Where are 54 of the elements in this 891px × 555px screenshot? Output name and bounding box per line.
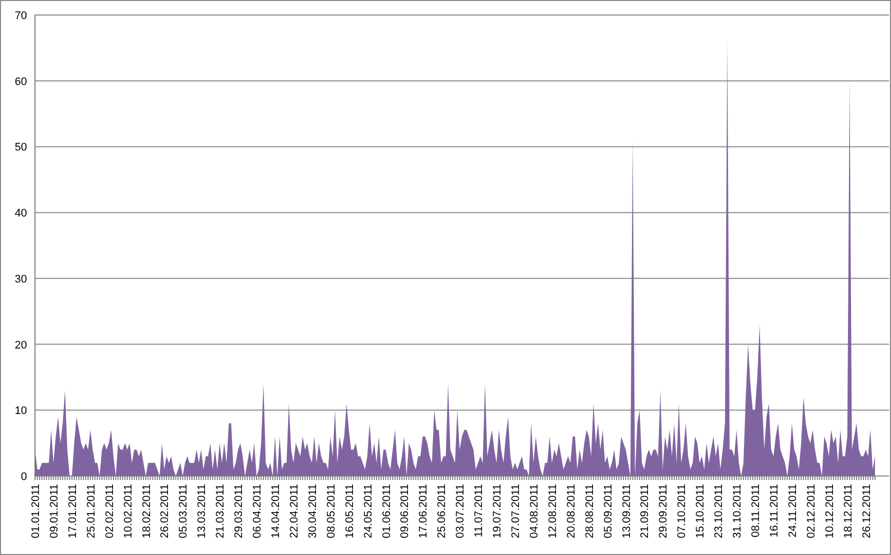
axis-tick-label: 16.11.2011 [768,484,780,538]
axis-tick-label: 01.01.2011 [30,484,42,538]
axis-tick-label: 29.09.2011 [658,484,670,538]
axis-tick-label: 13.03.2011 [196,484,208,538]
axis-tick-label: 08.11.2011 [750,484,762,538]
axis-tick-label: 17.06.2011 [418,484,430,538]
axis-tick-label: 14.04.2011 [270,484,282,538]
axis-tick-label: 20.08.2011 [565,484,578,538]
axis-tick-label: 40 [14,208,27,220]
axis-tick-label: 30.04.2011 [306,484,319,538]
axis-tick-label: 09.01.2011 [48,484,60,538]
axis-tick-label: 17.01.2011 [66,484,79,538]
axis-tick-label: 21.09.2011 [639,484,652,538]
axis-tick-label: 08.05.2011 [325,484,338,538]
axis-tick-label: 18.02.2011 [140,484,153,538]
axis-tick-label: 27.07.2011 [510,484,522,538]
axis-tick-label: 28.08.2011 [584,484,596,538]
axis-tick-label: 24.11.2011 [786,484,799,538]
axis-tick-label: 02.02.2011 [104,484,116,538]
axis-tick-label: 12.08.2011 [546,484,559,538]
axis-tick-label: 50 [14,142,27,154]
axis-tick-label: 02.12.2011 [805,484,818,538]
axis-tick-label: 13.09.2011 [620,484,633,538]
axis-tick-label: 23.10.2011 [713,484,726,538]
axis-tick-label: 15.10.2011 [694,484,707,538]
axis-tick-label: 10 [14,405,27,418]
axis-tick-label: 25.06.2011 [436,484,448,538]
axis-tick-label: 09.06.2011 [399,484,412,538]
axis-tick-label: 18.12.2011 [842,484,854,538]
axis-tick-label: 01.06.2011 [380,484,393,538]
axis-tick-label: 60 [14,76,27,88]
axis-tick-label: 22.04.2011 [288,484,300,538]
axis-tick-label: 24.05.2011 [362,484,374,538]
axis-tick-label: 29.03.2011 [233,484,246,538]
axis-tick-label: 25.01.2011 [85,484,98,538]
axis-tick-label: 21.03.2011 [214,484,227,538]
axis-tick-label: 05.09.2011 [602,484,614,538]
axis-tick-label: 16.05.2011 [344,484,356,538]
axis-tick-label: 70 [14,10,27,22]
axis-tick-label: 20 [14,339,27,352]
axis-tick-label: 31.10.2011 [732,484,744,538]
axis-tick-label: 0 [20,471,27,483]
axis-tick-label: 06.04.2011 [252,484,264,538]
axis-tick-label: 05.03.2011 [178,484,190,538]
axis-tick-label: 26.02.2011 [159,484,172,538]
axis-tick-label: 10.12.2011 [824,484,836,538]
axis-tick-label: 30 [14,273,27,286]
axis-tick-label: 10.02.2011 [122,484,134,538]
axis-tick-label: 26.12.2011 [860,484,873,538]
axis-tick-label: 07.10.2011 [676,484,688,538]
axis-tick-label: 03.07.2011 [454,484,467,538]
axis-tick-label: 19.07.2011 [492,484,504,538]
axis-tick-label: 04.08.2011 [528,484,540,538]
axis-tick-label: 11.07.2011 [473,484,486,538]
